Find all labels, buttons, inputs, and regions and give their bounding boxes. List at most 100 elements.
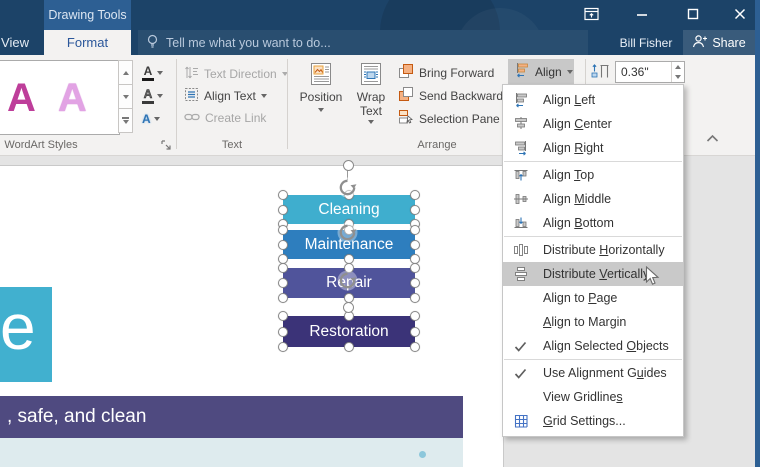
menu-item-label: Align Center — [543, 117, 612, 131]
ribbon-display-options-button[interactable] — [582, 6, 600, 24]
resize-handle[interactable] — [278, 240, 288, 250]
document-page: e , safe, and clean Cleaning Maintenance — [0, 165, 504, 467]
resize-handle[interactable] — [278, 225, 288, 235]
button-label: Text Direction — [204, 67, 277, 81]
menu-item-grid-settings[interactable]: Grid Settings... — [503, 409, 683, 433]
button-label: Selection Pane — [419, 112, 500, 126]
menu-item-align-center[interactable]: Align Center — [503, 112, 683, 136]
text-fill-button[interactable]: A — [139, 61, 173, 84]
resize-handle[interactable] — [278, 342, 288, 352]
resize-handle[interactable] — [410, 205, 420, 215]
shape-label: Restoration — [309, 323, 388, 341]
align-top-icon — [512, 167, 529, 184]
selection-pane-button[interactable]: Selection Pane — [398, 108, 500, 129]
shape-restoration[interactable]: Restoration — [283, 316, 415, 347]
resize-handle[interactable] — [278, 293, 288, 303]
wordart-style-gallery[interactable]: A A — [0, 60, 120, 135]
resize-handle[interactable] — [278, 327, 288, 337]
resize-handle[interactable] — [410, 278, 420, 288]
menu-item-label: Align Bottom — [543, 216, 614, 230]
shape-height-spinner[interactable] — [671, 62, 684, 82]
maximize-icon — [687, 8, 699, 23]
align-icon — [514, 62, 530, 81]
mouse-cursor — [645, 266, 661, 290]
align-text-icon — [184, 87, 199, 105]
checkmark-icon — [512, 365, 529, 382]
rotate-handle-icon[interactable] — [336, 221, 359, 244]
menu-item-align-bottom[interactable]: Align Bottom — [503, 211, 683, 235]
align-bottom-icon — [512, 215, 529, 232]
banner-shape[interactable]: , safe, and clean — [0, 396, 463, 438]
gallery-scroll-up-button[interactable] — [118, 60, 133, 85]
resize-handle[interactable] — [278, 311, 288, 321]
wordart-dialog-launcher[interactable] — [161, 140, 172, 154]
button-label: Wrap Text — [349, 91, 393, 119]
menu-item-align-right[interactable]: Align Right — [503, 136, 683, 160]
tab-format[interactable]: Format — [44, 30, 131, 55]
resize-handle[interactable] — [410, 190, 420, 200]
align-center-icon — [512, 116, 529, 133]
close-icon — [734, 8, 746, 23]
position-icon — [308, 61, 334, 91]
menu-item-view-gridlines[interactable]: View Gridlines — [503, 385, 683, 409]
spin-up-icon — [675, 65, 681, 69]
menu-item-use-alignment-guides[interactable]: Use Alignment Guides — [503, 361, 683, 385]
menu-item-align-to-margin[interactable]: Align to Margin — [503, 310, 683, 334]
resize-handle[interactable] — [278, 263, 288, 273]
resize-handle[interactable] — [344, 342, 354, 352]
menu-item-label: Distribute Horizontally — [543, 243, 665, 257]
menu-item-align-left[interactable]: Align Left — [503, 88, 683, 112]
maximize-button[interactable] — [684, 6, 702, 24]
wordart-sample-outline[interactable]: A — [58, 78, 87, 118]
position-button[interactable]: Position — [296, 61, 346, 112]
menu-item-label: Align to Page — [543, 291, 617, 305]
gallery-more-button[interactable] — [118, 109, 133, 133]
resize-handle[interactable] — [278, 190, 288, 200]
resize-handle[interactable] — [278, 278, 288, 288]
align-button[interactable]: Align — [508, 59, 574, 84]
lower-strip-shape[interactable] — [0, 438, 463, 467]
wrap-text-button[interactable]: Wrap Text — [349, 61, 393, 124]
wordart-sample-fill[interactable]: A — [7, 78, 36, 118]
menu-item-align-middle[interactable]: Align Middle — [503, 187, 683, 211]
rotate-handle-icon[interactable] — [336, 269, 359, 292]
up-arrow-icon — [123, 71, 129, 75]
menu-item-label: Align to Margin — [543, 315, 626, 329]
text-direction-button[interactable]: Text Direction — [184, 63, 288, 85]
resize-handle[interactable] — [410, 263, 420, 273]
resize-handle[interactable] — [410, 311, 420, 321]
resize-handle[interactable] — [410, 293, 420, 303]
button-label: Bring Forward — [419, 66, 494, 80]
resize-handle[interactable] — [410, 342, 420, 352]
tab-view[interactable]: View — [0, 30, 42, 55]
wordart-title-fragment[interactable]: e — [0, 287, 52, 382]
minimize-button[interactable] — [633, 6, 651, 24]
signed-in-user[interactable]: Bill Fisher — [612, 30, 680, 55]
text-effects-button[interactable]: A — [139, 107, 173, 130]
menu-item-distribute-horizontally[interactable]: Distribute Horizontally — [503, 238, 683, 262]
text-outline-button[interactable]: A — [139, 84, 173, 107]
close-button[interactable] — [731, 6, 749, 24]
rotate-handle-icon[interactable] — [336, 176, 359, 199]
menu-item-align-selected-objects[interactable]: Align Selected Objects — [503, 334, 683, 358]
shape-cleaning[interactable]: Cleaning — [283, 195, 415, 224]
window-right-border — [755, 0, 760, 467]
text-effects-icon: A — [142, 113, 151, 125]
gallery-scroll-down-button[interactable] — [118, 85, 133, 109]
wordart-gallery-scroll — [118, 60, 133, 133]
create-link-button[interactable]: Create Link — [184, 107, 266, 129]
button-label: Create Link — [205, 111, 266, 125]
align-text-button[interactable]: Align Text — [184, 85, 267, 107]
resize-handle[interactable] — [410, 327, 420, 337]
resize-handle[interactable] — [278, 205, 288, 215]
collapse-ribbon-button[interactable] — [702, 129, 722, 147]
tell-me-box[interactable]: Tell me what you want to do... — [146, 30, 331, 55]
resize-handle[interactable] — [410, 225, 420, 235]
menu-item-align-top[interactable]: Align Top — [503, 163, 683, 187]
resize-handle[interactable] — [410, 240, 420, 250]
share-button[interactable]: Share — [683, 30, 755, 55]
shape-height-input[interactable] — [616, 64, 671, 80]
rotate-handle[interactable] — [343, 160, 354, 171]
bring-forward-button[interactable]: Bring Forward — [398, 62, 517, 83]
rotate-handle[interactable] — [343, 302, 354, 313]
